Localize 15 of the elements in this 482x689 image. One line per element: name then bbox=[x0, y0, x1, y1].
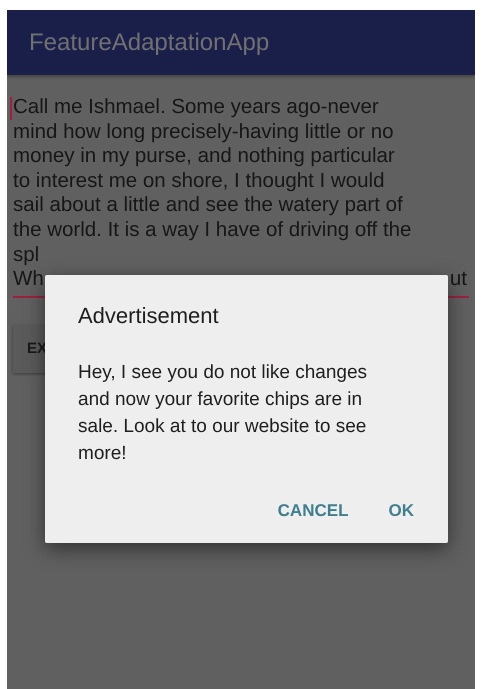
text-line: sail about a little and see the watery part of bbox=[13, 193, 403, 218]
text-line: spl bbox=[13, 242, 40, 268]
dialog-button[interactable]: OK bbox=[378, 493, 424, 529]
dialog-message: Hey, I see you do not like changes and now your favorite chips are in sale. Look at to our website to see more! bbox=[78, 361, 368, 466]
text-line: ut bbox=[450, 267, 467, 292]
text-line: the world. It is a way I have of driving off the bbox=[13, 218, 412, 243]
app-title: FeatureAdaptationApp bbox=[29, 28, 270, 56]
text-line: Call me Ishmael. Some years ago-never bbox=[13, 95, 379, 120]
text-line: to interest me on shore, I thought I would bbox=[13, 168, 384, 194]
dialog-title: Advertisement bbox=[78, 303, 220, 329]
text-line: mind how long precisely-having little or no bbox=[13, 120, 394, 144]
dialog-button[interactable]: CANCEL bbox=[268, 493, 358, 529]
text-line: Wh bbox=[13, 267, 44, 292]
text-line: money in my purse, and nothing particular bbox=[13, 144, 395, 169]
text-cursor bbox=[10, 97, 12, 120]
